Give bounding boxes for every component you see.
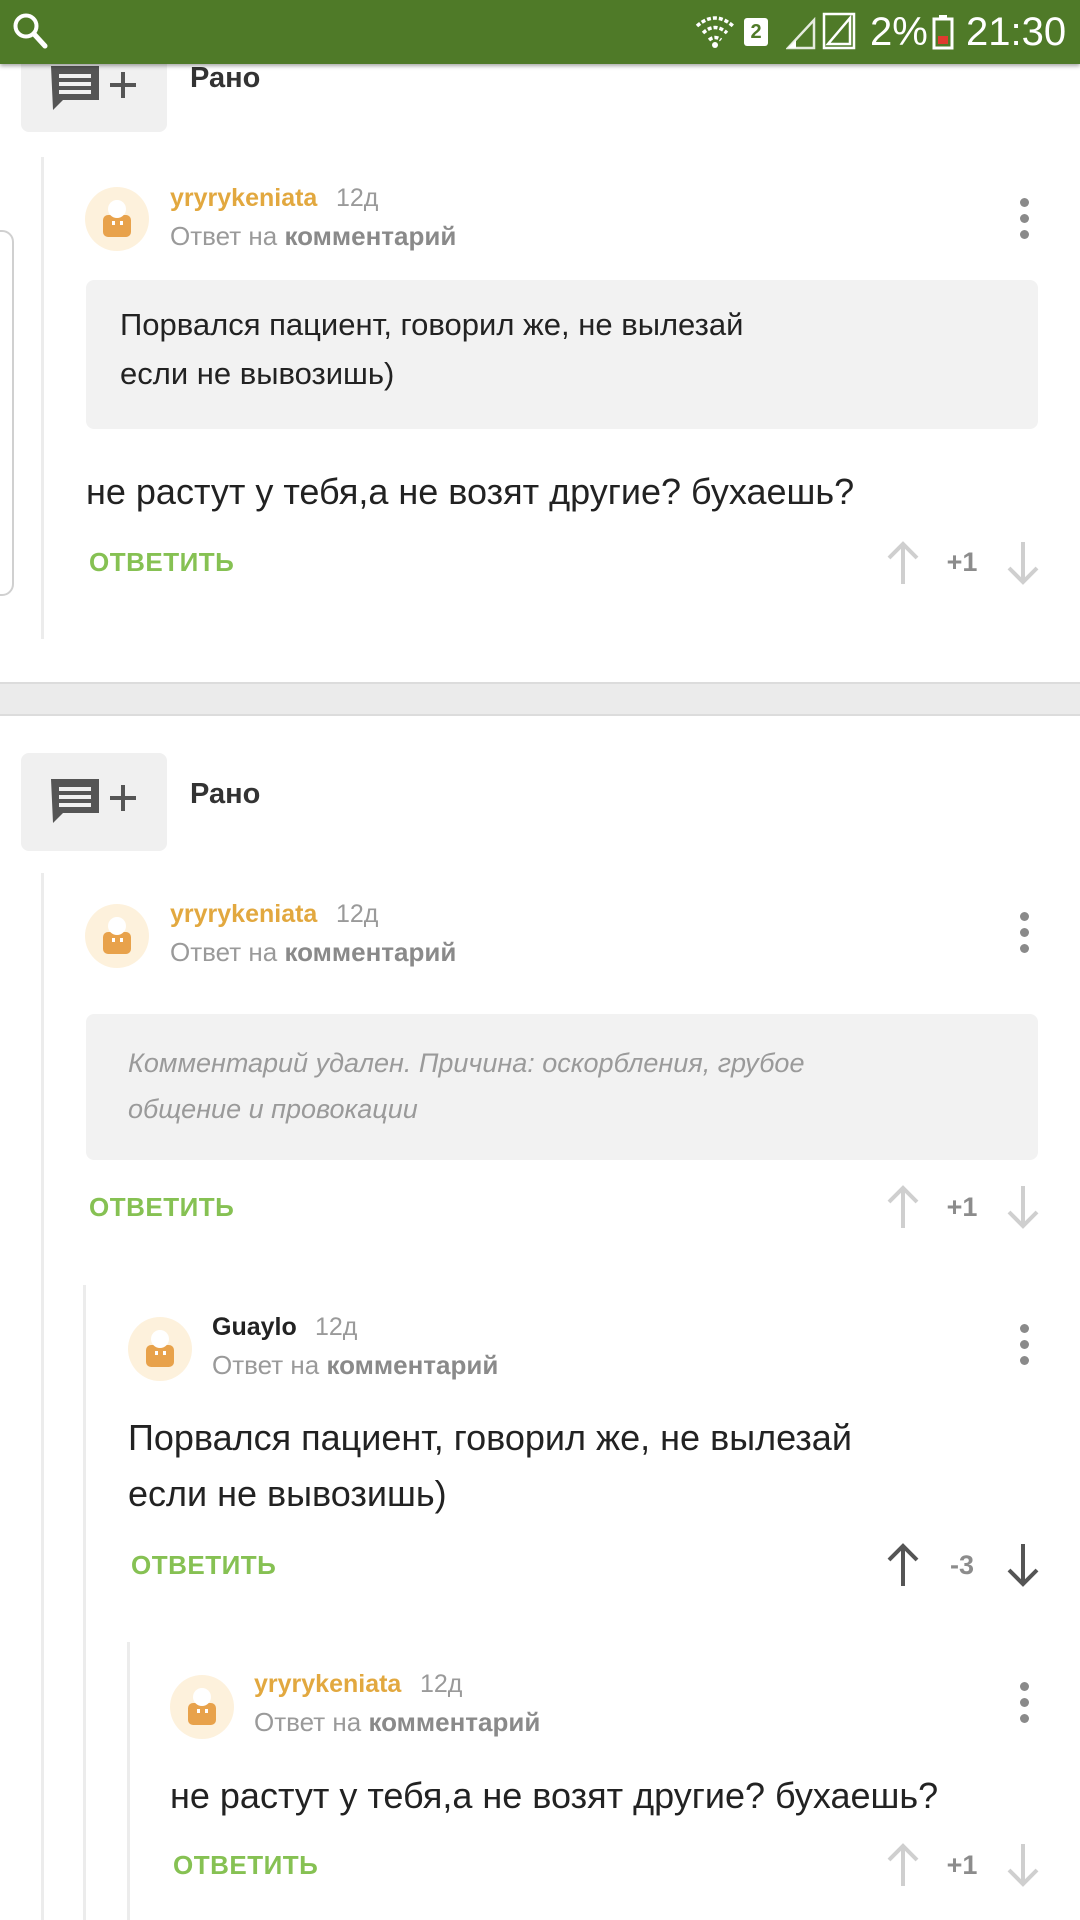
quote-line-2: если не вывозишь)	[120, 356, 395, 391]
author-name[interactable]: yryrykeniata	[170, 184, 317, 213]
author-name[interactable]: yryrykeniata	[254, 1670, 401, 1699]
thread-line-nested-2	[127, 1642, 130, 1920]
reply-to-line: Ответ на комментарий	[254, 1707, 541, 1737]
reply-to-link[interactable]: комментарий	[284, 221, 456, 251]
add-comment-icon	[51, 779, 136, 823]
quoted-comment: Порвался пациент, говорил же, не вылезай…	[86, 280, 1038, 429]
status-bar: 2 2% 21:30	[0, 0, 1080, 64]
upvote-icon[interactable]	[886, 1184, 920, 1230]
wifi-icon	[695, 16, 735, 48]
reply-to-link[interactable]: комментарий	[326, 1350, 498, 1380]
score: +1	[946, 547, 978, 577]
author-name[interactable]: yryrykeniata	[170, 900, 317, 929]
score: -3	[949, 1550, 974, 1580]
avatar[interactable]	[85, 187, 149, 251]
comment-text-line-1: Порвался пациент, говорил же, не вылезай	[128, 1417, 852, 1458]
more-options-icon[interactable]	[1010, 910, 1040, 956]
signal-icon-1	[786, 16, 816, 50]
avatar[interactable]	[170, 1675, 234, 1739]
upvote-icon[interactable]	[886, 1842, 920, 1888]
reply-to-line: Ответ на комментарий	[170, 937, 457, 967]
block-separator	[0, 682, 1080, 716]
block-title: Рано	[190, 62, 261, 94]
downvote-icon[interactable]	[1006, 1542, 1040, 1588]
comment-text-line-2: если не вывозишь)	[128, 1473, 447, 1514]
add-comment-icon	[51, 66, 136, 110]
more-options-icon[interactable]	[1010, 196, 1040, 242]
reply-button[interactable]: ОТВЕТИТЬ	[89, 547, 234, 578]
reply-to-line: Ответ на комментарий	[170, 221, 457, 251]
comment-age: 12д	[336, 184, 379, 212]
more-options-icon[interactable]	[1010, 1680, 1040, 1726]
deleted-line-2: общение и провокации	[128, 1094, 418, 1124]
downvote-icon[interactable]	[1006, 1842, 1040, 1888]
signal-icon-2	[822, 12, 856, 50]
avatar[interactable]	[85, 904, 149, 968]
avatar[interactable]	[128, 1317, 192, 1381]
quote-line-1: Порвался пациент, говорил же, не вылезай	[120, 307, 744, 342]
clock: 21:30	[966, 10, 1067, 54]
deleted-comment-notice: Комментарий удален. Причина: оскорбления…	[86, 1014, 1038, 1160]
score: +1	[946, 1192, 978, 1222]
comment-text: не растут у тебя,а не возят другие? буха…	[86, 471, 855, 512]
thread-line-nested	[83, 1285, 86, 1920]
reply-to-link[interactable]: комментарий	[284, 937, 456, 967]
reply-button[interactable]: ОТВЕТИТЬ	[89, 1192, 234, 1223]
more-options-icon[interactable]	[1010, 1322, 1040, 1368]
upvote-icon[interactable]	[886, 1542, 920, 1588]
thread-line	[41, 873, 44, 1920]
reply-to-line: Ответ на комментарий	[212, 1350, 499, 1380]
deleted-line-1: Комментарий удален. Причина: оскорбления…	[128, 1048, 805, 1078]
comment-text: не растут у тебя,а не возят другие? буха…	[170, 1775, 939, 1816]
reply-to-link[interactable]: комментарий	[368, 1707, 540, 1737]
battery-percent: 2%	[870, 10, 928, 54]
upvote-icon[interactable]	[886, 540, 920, 586]
search-icon[interactable]	[12, 12, 48, 50]
downvote-icon[interactable]	[1006, 1184, 1040, 1230]
reply-button[interactable]: ОТВЕТИТЬ	[131, 1550, 276, 1581]
downvote-icon[interactable]	[1006, 540, 1040, 586]
author-name[interactable]: Guaylo	[212, 1313, 297, 1342]
reply-button[interactable]: ОТВЕТИТЬ	[173, 1850, 318, 1881]
sim-badge: 2	[744, 18, 768, 46]
comment-age: 12д	[336, 900, 379, 928]
block-title: Рано	[190, 778, 261, 810]
score: +1	[946, 1850, 978, 1880]
comment-age: 12д	[315, 1313, 358, 1341]
add-comment-button[interactable]	[21, 753, 167, 851]
thread-line	[41, 157, 44, 639]
prev-content-edge	[0, 230, 14, 596]
comment-age: 12д	[420, 1670, 463, 1698]
battery-icon	[932, 15, 954, 50]
